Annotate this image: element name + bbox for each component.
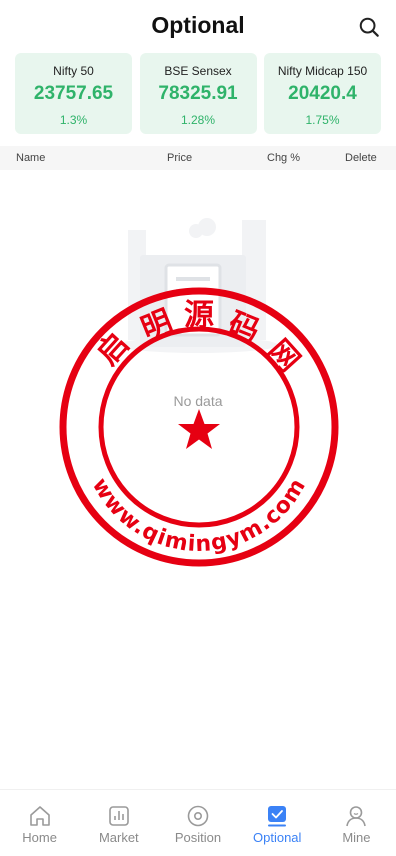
index-change: 1.28% <box>180 113 216 127</box>
column-header-name: Name <box>16 152 46 164</box>
tab-label: Market <box>98 830 139 845</box>
column-header-change: Chg % <box>267 152 301 164</box>
index-name: BSE Sensex <box>164 64 232 78</box>
optional-icon <box>268 806 287 827</box>
index-card-nifty50[interactable]: Nifty 50 23757.65 1.3% <box>15 53 132 134</box>
app-header: Optional <box>0 0 396 52</box>
watermark-char-2: 明 <box>136 304 177 348</box>
watermark-char-4: 码 <box>223 306 264 350</box>
index-card-midcap150[interactable]: Nifty Midcap 150 20420.4 1.75% <box>264 53 381 134</box>
tab-label: Mine <box>342 830 371 845</box>
index-name: Nifty 50 <box>53 64 94 78</box>
home-icon <box>29 806 50 826</box>
tab-position[interactable]: Position <box>158 790 237 856</box>
index-change: 1.3% <box>59 113 88 127</box>
index-card-sensex[interactable]: BSE Sensex 78325.91 1.28% <box>139 53 257 134</box>
column-header-price: Price <box>167 152 193 164</box>
tab-label: Home <box>22 830 57 845</box>
tab-mine[interactable]: Mine <box>317 790 396 856</box>
tab-optional[interactable]: Optional <box>238 790 317 856</box>
tab-label: Optional <box>253 830 302 845</box>
index-value: 20420.4 <box>288 83 357 104</box>
column-header-delete: Delete <box>345 152 377 164</box>
tab-home[interactable]: Home <box>0 790 79 856</box>
tab-label: Position <box>174 830 222 845</box>
watermark-stamp: 启 明 源 码 网 www.qimingym.com <box>59 287 339 567</box>
table-header: Name Price Chg % Delete <box>0 146 396 170</box>
bottom-tab-bar: Home Market Position Optional Mine <box>0 789 396 856</box>
index-value: 78325.91 <box>158 83 238 104</box>
index-change: 1.75% <box>305 113 340 127</box>
profile-icon <box>346 806 367 827</box>
market-icon <box>108 806 129 826</box>
position-icon <box>187 805 209 827</box>
index-name: Nifty Midcap 150 <box>277 64 368 78</box>
page-title: Optional <box>151 12 245 38</box>
index-cards: Nifty 50 23757.65 1.3% BSE Sensex 78325.… <box>15 53 381 134</box>
watermark-char-3: 源 <box>184 298 214 333</box>
index-value: 23757.65 <box>33 83 114 104</box>
tab-market[interactable]: Market <box>79 790 158 856</box>
search-icon[interactable] <box>358 16 380 38</box>
